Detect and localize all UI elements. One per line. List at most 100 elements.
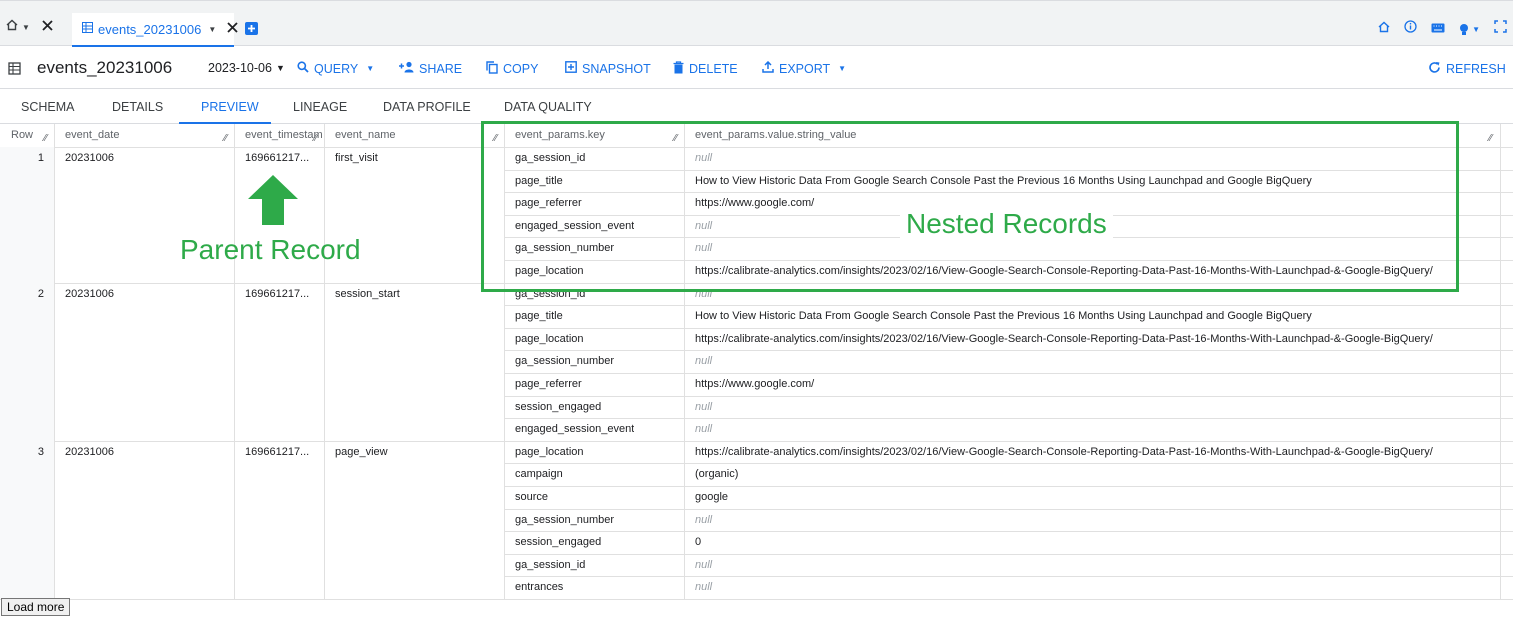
home-icon[interactable] <box>6 18 18 36</box>
table-toolbar: events_20231006 2023-10-06 ▼ QUERY ▼ SHA… <box>0 47 1513 89</box>
cell-param-key[interactable]: ga_session_number <box>515 355 614 367</box>
cell-event-timestamp[interactable]: 169661217... <box>245 288 320 300</box>
column-header-event-name[interactable]: event_name <box>335 124 485 147</box>
copy-button[interactable]: COPY <box>486 61 538 77</box>
delete-button[interactable]: DELETE <box>673 61 738 77</box>
refresh-button[interactable]: REFRESH <box>1428 61 1506 77</box>
row-number: 3 <box>37 445 44 458</box>
cell-param-value[interactable]: (organic) <box>695 468 1495 480</box>
query-button-label: QUERY <box>314 61 359 76</box>
cell-param-value[interactable]: https://calibrate-analytics.com/insights… <box>695 333 1495 345</box>
cell-event-name[interactable]: first_visit <box>335 152 378 164</box>
cell-event-timestamp[interactable]: 169661217... <box>245 446 320 458</box>
search-icon <box>297 61 309 76</box>
cell-param-value[interactable]: null <box>695 401 1495 413</box>
home-dropdown-icon[interactable]: ▼ <box>22 23 30 32</box>
cell-param-key[interactable]: page_title <box>515 310 563 322</box>
cell-param-key[interactable]: engaged_session_event <box>515 423 634 435</box>
nested-row-divider <box>504 418 1513 420</box>
row-gutter <box>0 282 54 441</box>
tab-preview[interactable]: PREVIEW <box>201 100 259 114</box>
cell-param-value[interactable]: How to View Historic Data From Google Se… <box>695 310 1495 322</box>
cell-event-date[interactable]: 20231006 <box>65 446 114 458</box>
lightbulb-icon[interactable]: ▼ <box>1459 23 1480 36</box>
snapshot-button-label: SNAPSHOT <box>582 61 651 76</box>
tab-data-quality[interactable]: DATA QUALITY <box>504 100 592 114</box>
grid-bottom-border <box>0 599 1513 600</box>
cell-param-value[interactable]: https://www.google.com/ <box>695 378 1495 390</box>
table-icon <box>82 20 93 38</box>
cell-event-date[interactable]: 20231006 <box>65 288 114 300</box>
home-tab-close-icon[interactable] <box>42 18 53 36</box>
cell-param-key[interactable]: page_referrer <box>515 378 582 390</box>
column-resize-handle[interactable]: ⁄⁄ <box>1489 134 1492 144</box>
tab-schema[interactable]: SCHEMA <box>21 100 74 114</box>
fullscreen-icon[interactable] <box>1494 20 1507 38</box>
parent-record-annotation: Parent Record <box>180 234 361 265</box>
cell-param-key[interactable]: session_engaged <box>515 536 601 548</box>
cell-event-name[interactable]: session_start <box>335 288 400 300</box>
snapshot-icon <box>565 61 577 76</box>
cell-param-value[interactable]: null <box>695 581 1495 593</box>
cell-event-timestamp[interactable]: 169661217... <box>245 152 320 164</box>
snapshot-button[interactable]: SNAPSHOT <box>565 61 651 76</box>
load-more-button[interactable]: Load more <box>1 598 71 616</box>
detail-tabs: SCHEMA DETAILS PREVIEW LINEAGE DATA PROF… <box>0 90 1513 124</box>
cell-param-value[interactable]: null <box>695 355 1495 367</box>
delete-button-label: DELETE <box>689 62 738 76</box>
export-button[interactable]: EXPORT ▼ <box>762 60 846 76</box>
tab-strip-actions: ▼ <box>1378 20 1507 38</box>
cell-param-key[interactable]: entrances <box>515 581 563 593</box>
cell-param-key[interactable]: page_location <box>515 333 584 345</box>
query-button[interactable]: QUERY ▼ <box>297 61 374 76</box>
add-tab-icon[interactable] <box>245 22 258 40</box>
nested-records-highlight <box>481 121 1459 292</box>
home-tab[interactable]: ▼ <box>6 18 53 36</box>
cell-param-key[interactable]: source <box>515 491 548 503</box>
row-gutter <box>0 440 54 599</box>
cell-param-key[interactable]: page_location <box>515 446 584 458</box>
cell-param-key[interactable]: campaign <box>515 468 563 480</box>
nested-row-divider <box>504 486 1513 487</box>
cell-param-value[interactable]: https://calibrate-analytics.com/insights… <box>695 446 1495 458</box>
cell-param-value[interactable]: null <box>695 559 1495 571</box>
cell-param-value[interactable]: 0 <box>695 536 1495 548</box>
nested-row-divider <box>504 463 1513 465</box>
cell-param-key[interactable]: ga_session_number <box>515 514 614 526</box>
nested-row-divider <box>504 327 1513 329</box>
column-header-event-timestamp[interactable]: event_timestam <box>245 124 324 147</box>
column-resize-handle[interactable]: ⁄⁄ <box>44 134 47 144</box>
nested-row-divider <box>504 373 1513 374</box>
tab-lineage[interactable]: LINEAGE <box>293 100 347 114</box>
date-select-value: 2023-10-06 <box>208 61 272 75</box>
tab-close-icon[interactable] <box>227 20 238 38</box>
column-resize-handle[interactable]: ⁄⁄ <box>224 134 227 144</box>
nested-records-annotation: Nested Records <box>900 208 1113 240</box>
column-divider <box>234 124 235 599</box>
cell-param-value[interactable]: null <box>695 514 1495 526</box>
refresh-button-label: REFRESH <box>1446 62 1506 76</box>
trash-icon <box>673 61 684 77</box>
cell-event-name[interactable]: page_view <box>335 446 388 458</box>
upload-icon <box>762 60 774 76</box>
cell-param-value[interactable]: google <box>695 491 1495 503</box>
cell-param-key[interactable]: ga_session_id <box>515 559 585 571</box>
tab-details[interactable]: DETAILS <box>112 100 163 114</box>
column-header-event-date[interactable]: event_date <box>65 124 225 147</box>
keyboard-icon[interactable] <box>1431 20 1445 38</box>
tab-data-profile[interactable]: DATA PROFILE <box>383 100 471 114</box>
copy-icon <box>486 61 498 77</box>
tab-dropdown-icon[interactable]: ▼ <box>208 25 216 34</box>
cell-event-date[interactable]: 20231006 <box>65 152 114 164</box>
date-select[interactable]: 2023-10-06 ▼ <box>208 61 285 75</box>
lightbulb-dropdown-icon[interactable]: ▼ <box>1472 25 1480 34</box>
chevron-down-icon: ▼ <box>366 64 375 73</box>
share-button[interactable]: SHARE <box>399 61 462 76</box>
info-icon[interactable] <box>1404 20 1417 38</box>
column-resize-handle[interactable]: ⁄⁄ <box>314 134 317 144</box>
home-icon[interactable] <box>1378 20 1390 38</box>
cell-param-value[interactable]: null <box>695 423 1495 435</box>
export-button-label: EXPORT <box>779 61 831 76</box>
cell-param-key[interactable]: session_engaged <box>515 401 601 413</box>
tab-events-table[interactable]: events_20231006 ▼ <box>72 13 238 47</box>
